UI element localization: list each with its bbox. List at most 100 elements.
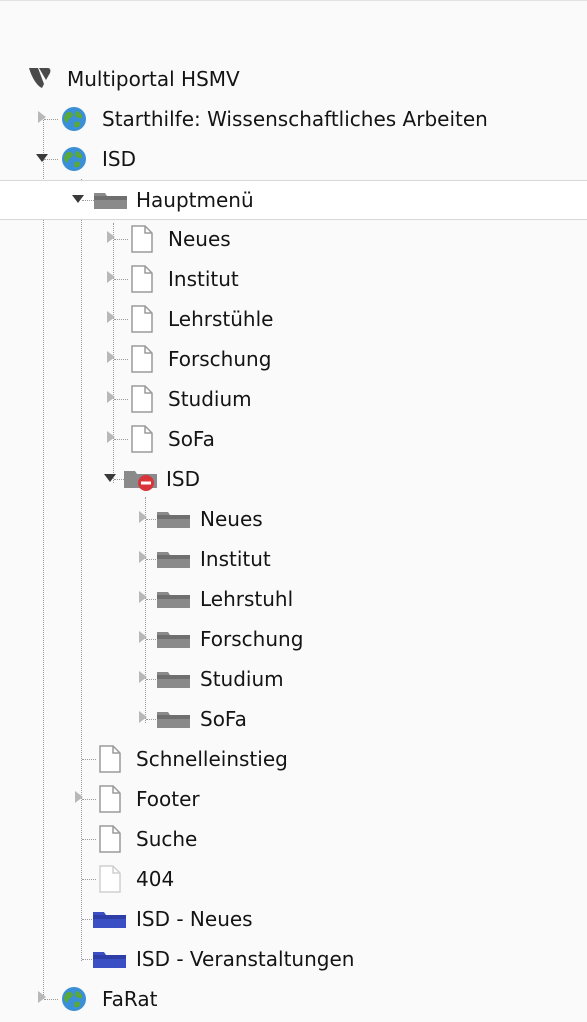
tree-line: [114, 359, 128, 360]
tree-line: [44, 999, 58, 1000]
tree-node-lehrstuehle[interactable]: Lehrstühle: [0, 300, 587, 338]
collapse-toggle-icon[interactable]: [72, 195, 84, 203]
tree-node-label: SoFa: [168, 427, 215, 451]
typo3-logo-icon: [29, 68, 51, 88]
page-icon: [99, 745, 121, 773]
expand-toggle-icon[interactable]: [107, 311, 115, 323]
tree-node-label: Schnelleinstieg: [136, 747, 288, 771]
page-icon: [131, 385, 153, 413]
tree-node-sofa[interactable]: SoFa: [0, 420, 587, 458]
tree-line: [114, 279, 128, 280]
globe-icon: [62, 987, 86, 1011]
tree-node-label: SoFa: [200, 707, 247, 731]
tree-root-label: Multiportal HSMV: [67, 67, 240, 91]
tree-node-label: Neues: [200, 507, 263, 531]
tree-node-label: Hauptmenü: [136, 188, 254, 212]
collapse-toggle-icon[interactable]: [36, 154, 48, 162]
page-icon: [131, 305, 153, 333]
tree-node-farat[interactable]: FaRat: [0, 980, 587, 1018]
expand-toggle-icon[interactable]: [139, 631, 147, 643]
tree-line: [114, 239, 128, 240]
tree-node-forschung[interactable]: Forschung: [0, 340, 587, 378]
folder-hidden-icon: [124, 471, 157, 491]
tree-node-label: Starthilfe: Wissenschaftliches Arbeiten: [102, 107, 488, 131]
tree-node-label: Institut: [168, 267, 239, 291]
expand-toggle-icon[interactable]: [75, 791, 83, 803]
tree-line: [82, 799, 96, 800]
expand-toggle-icon[interactable]: [107, 431, 115, 443]
page-icon: [99, 825, 121, 853]
expand-toggle-icon[interactable]: [139, 711, 147, 723]
tree-node-isd-folder[interactable]: ISD: [0, 460, 587, 498]
expand-toggle-icon[interactable]: [107, 271, 115, 283]
folder-gray-icon: [94, 193, 127, 209]
page-icon: [99, 785, 121, 813]
page-tree: Multiportal HSMV Starthilfe: Wissenschaf…: [0, 0, 587, 1022]
folder-gray-icon: [157, 512, 190, 528]
expand-toggle-icon[interactable]: [139, 671, 147, 683]
tree-line: [82, 839, 96, 840]
expand-toggle-icon[interactable]: [139, 511, 147, 523]
folder-gray-icon: [157, 632, 190, 648]
tree-node-404[interactable]: 404: [0, 860, 587, 898]
globe-icon: [62, 147, 86, 171]
tree-node-label: Suche: [136, 827, 198, 851]
expand-toggle-icon[interactable]: [139, 591, 147, 603]
tree-root[interactable]: Multiportal HSMV: [0, 60, 587, 98]
tree-node-suche[interactable]: Suche: [0, 820, 587, 858]
tree-node-label: Forschung: [168, 347, 272, 371]
tree-line: [82, 879, 96, 880]
tree-node-neues-folder[interactable]: Neues: [0, 500, 587, 538]
expand-toggle-icon[interactable]: [107, 231, 115, 243]
tree-node-institut-folder[interactable]: Institut: [0, 540, 587, 578]
folder-gray-icon: [157, 592, 190, 608]
expand-toggle-icon[interactable]: [107, 351, 115, 363]
expand-toggle-icon[interactable]: [38, 111, 46, 123]
tree-node-starthilfe[interactable]: Starthilfe: Wissenschaftliches Arbeiten: [0, 100, 587, 138]
tree-node-hauptmenue[interactable]: Hauptmenü: [0, 180, 587, 220]
tree-node-label: Forschung: [200, 627, 304, 651]
tree-node-label: 404: [136, 867, 175, 891]
tree-node-label: FaRat: [102, 987, 158, 1011]
tree-node-lehrstuhl-folder[interactable]: Lehrstuhl: [0, 580, 587, 618]
tree-node-label: ISD: [166, 467, 200, 491]
tree-node-label: Institut: [200, 547, 271, 571]
tree-node-label: Lehrstühle: [168, 307, 274, 331]
tree-node-label: Lehrstuhl: [200, 587, 294, 611]
tree-node-footer[interactable]: Footer: [0, 780, 587, 818]
tree-node-label: ISD - Veranstaltungen: [136, 947, 355, 971]
tree-node-studium-folder[interactable]: Studium: [0, 660, 587, 698]
tree-node-studium[interactable]: Studium: [0, 380, 587, 418]
tree-line: [114, 439, 128, 440]
tree-line: [82, 759, 96, 760]
tree-line: [114, 319, 128, 320]
tree-node-sofa-folder[interactable]: SoFa: [0, 700, 587, 738]
tree-node-isd-veranstaltungen[interactable]: ISD - Veranstaltungen: [0, 940, 587, 978]
folder-gray-icon: [157, 712, 190, 728]
expand-toggle-icon[interactable]: [38, 991, 46, 1003]
folder-blue-icon: [93, 912, 126, 928]
tree-node-label: Studium: [168, 387, 252, 411]
tree-node-label: ISD: [102, 147, 136, 171]
expand-toggle-icon[interactable]: [107, 391, 115, 403]
collapse-toggle-icon[interactable]: [104, 474, 116, 482]
expand-toggle-icon[interactable]: [139, 551, 147, 563]
tree-node-label: Footer: [136, 787, 200, 811]
tree-node-neues[interactable]: Neues: [0, 220, 587, 258]
folder-gray-icon: [157, 552, 190, 568]
folder-gray-icon: [157, 672, 190, 688]
page-icon: [131, 225, 153, 253]
tree-node-label: Neues: [168, 227, 231, 251]
tree-node-institut[interactable]: Institut: [0, 260, 587, 298]
page-icon: [131, 425, 153, 453]
tree-node-label: ISD - Neues: [136, 907, 253, 931]
folder-blue-icon: [93, 952, 126, 968]
page-faded-icon: [99, 865, 121, 893]
tree-node-label: Studium: [200, 667, 284, 691]
globe-icon: [62, 107, 86, 131]
tree-node-forschung-folder[interactable]: Forschung: [0, 620, 587, 658]
tree-node-isd-neues[interactable]: ISD - Neues: [0, 900, 587, 938]
tree-node-schnelleinstieg[interactable]: Schnelleinstieg: [0, 740, 587, 778]
tree-node-isd-site[interactable]: ISD: [0, 140, 587, 178]
tree-line: [44, 119, 58, 120]
